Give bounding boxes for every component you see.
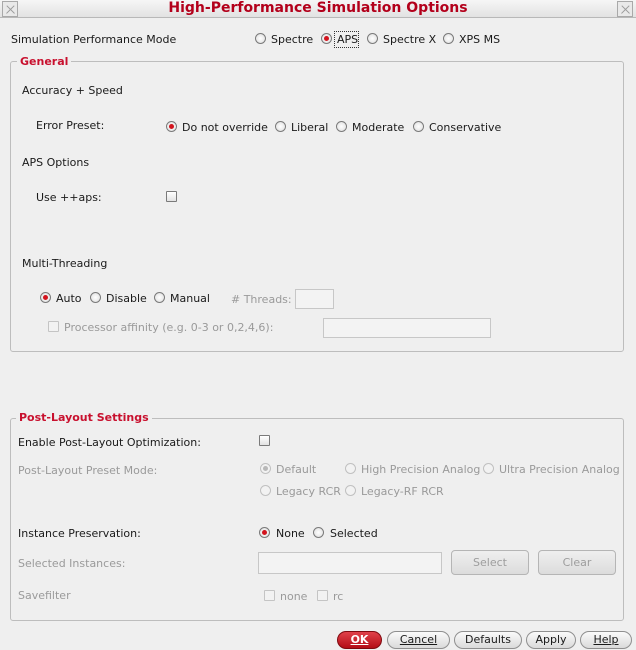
preset-radio-ultra-precision-analog[interactable] — [483, 463, 494, 474]
threads-input[interactable] — [295, 289, 334, 309]
threading-radio-disable[interactable] — [90, 292, 101, 303]
aps-options-heading: APS Options — [22, 156, 90, 169]
title-bar: High-Performance Simulation Options — [0, 0, 636, 18]
error-preset-option-liberal[interactable]: Liberal — [291, 121, 328, 134]
selected-instances-input[interactable] — [258, 552, 442, 574]
cancel-button[interactable]: Cancel — [387, 631, 450, 649]
threading-option-manual[interactable]: Manual — [170, 292, 210, 305]
mode-radio-spectre[interactable] — [255, 33, 266, 44]
preset-option-ultra-precision-analog[interactable]: Ultra Precision Analog — [499, 463, 620, 476]
help-button-label: Help — [593, 633, 619, 646]
help-button[interactable]: Help — [580, 631, 632, 649]
close-icon[interactable] — [617, 1, 633, 17]
savefilter-option-none[interactable]: none — [280, 590, 307, 603]
preset-radio-legacy-rf-rcr[interactable] — [345, 485, 356, 496]
preset-option-high-precision-analog[interactable]: High Precision Analog — [361, 463, 480, 476]
preset-option-default[interactable]: Default — [276, 463, 316, 476]
use-aps-label: Use ++aps: — [36, 191, 102, 204]
savefilter-none-checkbox[interactable] — [264, 590, 275, 601]
processor-affinity-label: Processor affinity (e.g. 0-3 or 0,2,4,6)… — [64, 321, 274, 334]
use-aps-checkbox[interactable] — [166, 191, 177, 202]
error-preset-radio-do-not-override[interactable] — [166, 121, 177, 132]
error-preset-option-moderate[interactable]: Moderate — [352, 121, 404, 134]
general-group-title: General — [17, 55, 72, 68]
enable-post-layout-label: Enable Post-Layout Optimization: — [18, 436, 201, 449]
preset-radio-legacy-rcr[interactable] — [260, 485, 271, 496]
threading-option-disable[interactable]: Disable — [106, 292, 147, 305]
error-preset-radio-conservative[interactable] — [413, 121, 424, 132]
clear-button[interactable]: Clear — [538, 550, 616, 575]
mode-radio-aps[interactable] — [321, 33, 332, 44]
preset-radio-high-precision-analog[interactable] — [345, 463, 356, 474]
performance-mode-label: Simulation Performance Mode — [11, 33, 177, 46]
processor-affinity-checkbox[interactable] — [48, 321, 59, 332]
error-preset-option-conservative[interactable]: Conservative — [429, 121, 501, 134]
select-button[interactable]: Select — [451, 550, 529, 575]
multithreading-heading: Multi-Threading — [22, 257, 108, 270]
preset-option-legacy-rcr[interactable]: Legacy RCR — [276, 485, 341, 498]
mode-option-spectre[interactable]: Spectre — [271, 33, 313, 46]
threads-label: # Threads: — [231, 293, 292, 306]
defaults-button[interactable]: Defaults — [454, 631, 522, 649]
instance-radio-selected[interactable] — [313, 527, 324, 538]
ok-button[interactable]: OK — [337, 631, 382, 649]
preset-radio-default[interactable] — [260, 463, 271, 474]
mode-option-aps[interactable]: APS — [337, 33, 358, 46]
post-layout-preset-label: Post-Layout Preset Mode: — [18, 464, 158, 477]
threading-option-auto[interactable]: Auto — [56, 292, 82, 305]
ok-button-label: OK — [350, 633, 369, 646]
apply-button[interactable]: Apply — [526, 631, 576, 649]
threading-radio-manual[interactable] — [154, 292, 165, 303]
mode-option-spectre-x[interactable]: Spectre X — [383, 33, 436, 46]
mode-option-xps-ms[interactable]: XPS MS — [459, 33, 500, 46]
selected-instances-label: Selected Instances: — [18, 557, 126, 570]
accuracy-speed-heading: Accuracy + Speed — [22, 84, 123, 97]
mode-radio-xps-ms[interactable] — [443, 33, 454, 44]
error-preset-radio-moderate[interactable] — [336, 121, 347, 132]
window-title: High-Performance Simulation Options — [168, 0, 468, 16]
instance-option-none[interactable]: None — [276, 527, 305, 540]
post-layout-group-title: Post-Layout Settings — [16, 411, 152, 424]
error-preset-radio-liberal[interactable] — [275, 121, 286, 132]
savefilter-label: Savefilter — [18, 589, 71, 602]
processor-affinity-input[interactable] — [323, 318, 491, 338]
savefilter-option-rc[interactable]: rc — [333, 590, 343, 603]
instance-preservation-label: Instance Preservation: — [18, 527, 141, 540]
preset-option-legacy-rf-rcr[interactable]: Legacy-RF RCR — [361, 485, 444, 498]
instance-option-selected[interactable]: Selected — [330, 527, 378, 540]
cancel-button-label: Cancel — [399, 633, 438, 646]
error-preset-option-do-not-override[interactable]: Do not override — [182, 121, 268, 134]
instance-radio-none[interactable] — [259, 527, 270, 538]
savefilter-rc-checkbox[interactable] — [317, 590, 328, 601]
enable-post-layout-checkbox[interactable] — [259, 435, 270, 446]
threading-radio-auto[interactable] — [40, 292, 51, 303]
error-preset-label: Error Preset: — [36, 119, 105, 132]
mode-radio-spectre-x[interactable] — [367, 33, 378, 44]
